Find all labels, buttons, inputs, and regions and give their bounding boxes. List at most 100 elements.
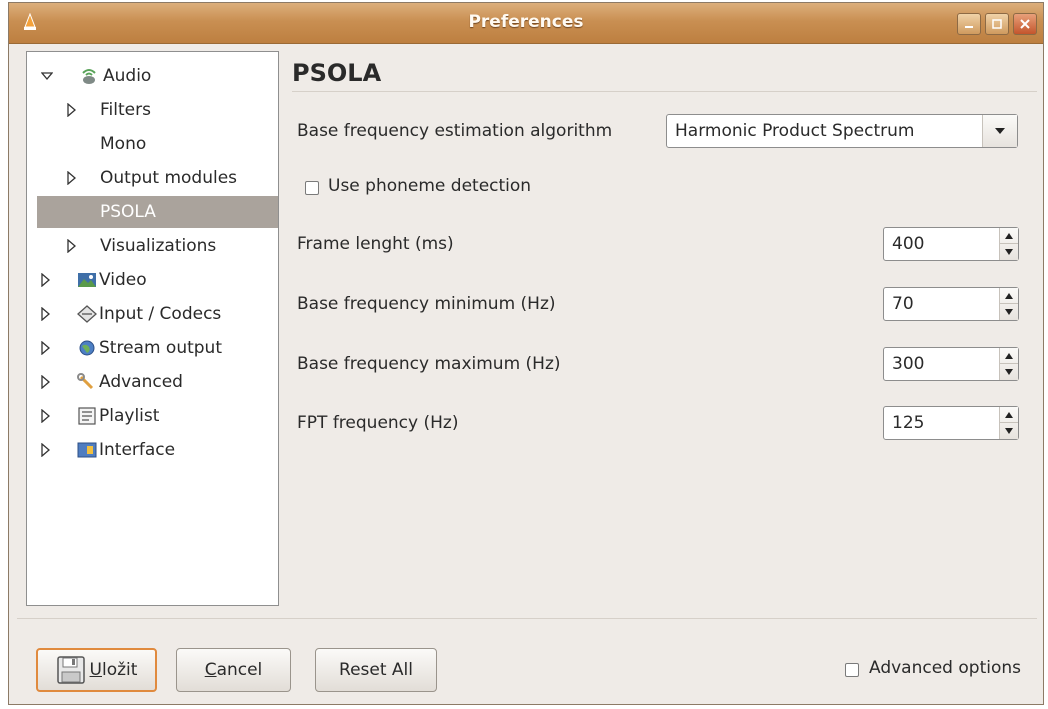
tree-item-label: PSOLA: [100, 202, 156, 222]
arrow-down-icon: [1005, 309, 1013, 315]
collapsed-arrow-icon[interactable]: [65, 103, 77, 117]
playlist-icon: [78, 407, 96, 425]
freq-min-spinner[interactable]: 70: [883, 287, 1019, 321]
close-button[interactable]: [1013, 13, 1037, 35]
reset-all-label: Reset All: [339, 660, 413, 680]
close-icon: [1020, 19, 1030, 29]
algorithm-label: Base frequency estimation algorithm: [297, 121, 613, 141]
panel-title-separator: [292, 91, 1037, 92]
video-icon: [78, 273, 96, 287]
wrench-icon: [77, 373, 94, 390]
fpt-frequency-spinner[interactable]: 125: [883, 406, 1019, 440]
collapsed-arrow-icon[interactable]: [39, 341, 51, 355]
tree-item-label: Audio: [103, 66, 152, 86]
tree-item-label: Output modules: [100, 168, 238, 188]
arrow-up-icon: [1005, 411, 1013, 418]
algorithm-select-value: Harmonic Product Spectrum: [675, 121, 915, 141]
frame-length-decrement[interactable]: [1000, 244, 1018, 260]
cancel-mnemonic: C: [204, 660, 217, 680]
cancel-button[interactable]: Cancel: [176, 648, 291, 692]
minimize-icon: [965, 26, 973, 28]
input-codecs-icon: [77, 305, 97, 323]
frame-length-increment[interactable]: [1000, 228, 1018, 244]
tree-item-advanced[interactable]: Advanced: [27, 366, 278, 398]
collapsed-arrow-icon[interactable]: [65, 239, 77, 253]
tree-item-label: Filters: [100, 100, 151, 120]
collapsed-arrow-icon[interactable]: [39, 307, 51, 321]
save-button-label: Uložit: [90, 660, 138, 680]
chevron-down-icon: [995, 128, 1005, 134]
tree-item-audio[interactable]: Audio: [27, 60, 278, 92]
tree-item-output-modules[interactable]: Output modules: [27, 162, 278, 194]
maximize-button[interactable]: [985, 13, 1009, 35]
freq-max-increment[interactable]: [1000, 348, 1018, 364]
tree-item-input-codecs[interactable]: Input / Codecs: [27, 298, 278, 330]
tree-item-label: Advanced: [99, 372, 183, 392]
frame-length-value: 400: [892, 234, 925, 254]
arrow-up-icon: [1005, 232, 1013, 239]
algorithm-select[interactable]: Harmonic Product Spectrum: [666, 114, 1018, 148]
freq-min-value: 70: [892, 294, 914, 314]
frame-length-spinner[interactable]: 400: [883, 227, 1019, 261]
panel-title: PSOLA: [292, 59, 382, 87]
arrow-down-icon: [1005, 369, 1013, 375]
maximize-icon: [992, 19, 1002, 29]
phoneme-detection-checkbox[interactable]: [305, 181, 319, 195]
freq-min-decrement[interactable]: [1000, 304, 1018, 320]
tree-item-label: Mono: [100, 134, 147, 154]
tree-item-filters[interactable]: Filters: [27, 94, 278, 126]
fpt-frequency-decrement[interactable]: [1000, 423, 1018, 439]
save-button[interactable]: Uložit: [36, 648, 157, 692]
advanced-options-checkbox[interactable]: [845, 663, 859, 677]
cancel-button-label: Cancel: [205, 660, 263, 680]
phoneme-detection-label[interactable]: Use phoneme detection: [328, 176, 531, 196]
freq-max-spinner[interactable]: 300: [883, 347, 1019, 381]
freq-max-decrement[interactable]: [1000, 364, 1018, 380]
save-mnemonic: U: [89, 660, 102, 680]
collapsed-arrow-icon[interactable]: [39, 409, 51, 423]
frame-length-label: Frame lenght (ms): [297, 234, 454, 254]
arrow-up-icon: [1005, 352, 1013, 359]
tree-item-label: Interface: [99, 440, 176, 460]
audio-icon: [82, 69, 96, 84]
algorithm-dropdown-button[interactable]: [982, 115, 1017, 147]
collapsed-arrow-icon[interactable]: [39, 273, 51, 287]
tree-item-label: Input / Codecs: [99, 304, 222, 324]
collapsed-arrow-icon[interactable]: [65, 171, 77, 185]
arrow-down-icon: [1005, 249, 1013, 255]
fpt-frequency-increment[interactable]: [1000, 407, 1018, 423]
freq-max-value: 300: [892, 354, 925, 374]
collapsed-arrow-icon[interactable]: [39, 375, 51, 389]
tree-item-label: Stream output: [99, 338, 222, 358]
arrow-up-icon: [1005, 292, 1013, 299]
floppy-disk-icon: [56, 656, 85, 684]
tree-item-label: Video: [99, 270, 147, 290]
expanded-arrow-icon[interactable]: [41, 69, 53, 83]
save-label-rest: ložit: [102, 660, 138, 680]
tree-item-visualizations[interactable]: Visualizations: [27, 230, 278, 262]
preferences-window: Preferences Audio Filters Mono Output mo…: [8, 2, 1044, 705]
tree-item-label: Playlist: [99, 406, 160, 426]
interface-icon: [77, 442, 97, 458]
freq-min-label: Base frequency minimum (Hz): [297, 294, 556, 314]
minimize-button[interactable]: [957, 13, 981, 35]
collapsed-arrow-icon[interactable]: [39, 443, 51, 457]
reset-all-button[interactable]: Reset All: [315, 648, 437, 692]
advanced-options-label[interactable]: Advanced options: [869, 658, 1021, 678]
freq-max-label: Base frequency maximum (Hz): [297, 354, 561, 374]
tree-item-video[interactable]: Video: [27, 264, 278, 296]
tree-item-interface[interactable]: Interface: [27, 434, 278, 466]
tree-item-mono[interactable]: Mono: [27, 128, 278, 160]
tree-item-stream-output[interactable]: Stream output: [27, 332, 278, 364]
bottom-separator: [17, 618, 1037, 619]
freq-min-increment[interactable]: [1000, 288, 1018, 304]
cancel-label-rest: ancel: [216, 660, 263, 680]
fpt-frequency-label: FPT frequency (Hz): [297, 413, 459, 433]
tree-item-label: Visualizations: [100, 236, 217, 256]
arrow-down-icon: [1005, 428, 1013, 434]
window-title: Preferences: [468, 12, 584, 32]
tree-item-psola[interactable]: PSOLA: [37, 196, 278, 228]
category-tree[interactable]: Audio Filters Mono Output modules PSOLA …: [26, 51, 279, 606]
tree-item-playlist[interactable]: Playlist: [27, 400, 278, 432]
title-bar[interactable]: Preferences: [9, 3, 1043, 44]
